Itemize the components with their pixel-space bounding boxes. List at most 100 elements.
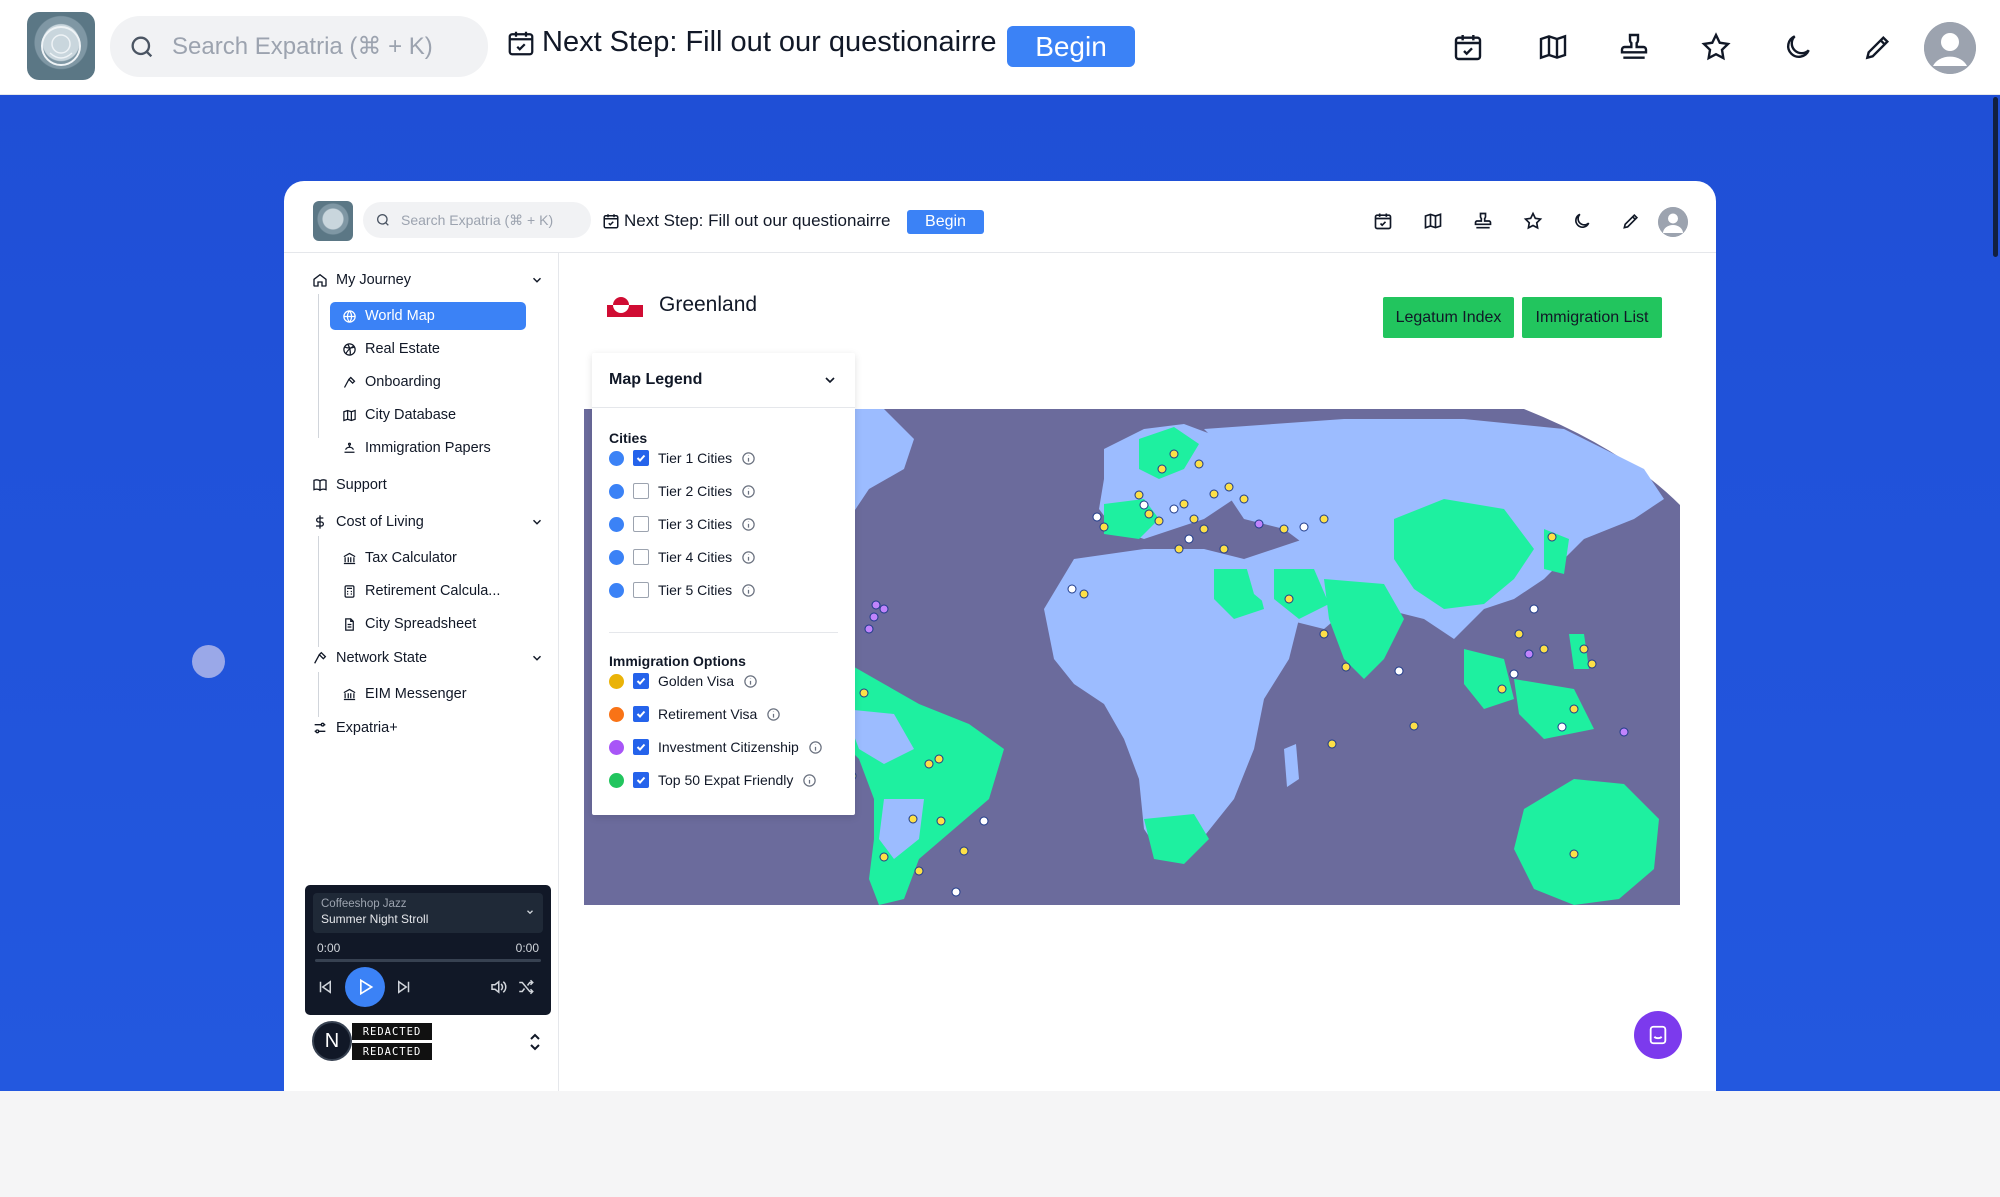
legend-item[interactable]: Investment Citizenship [609,738,823,756]
begin-button[interactable]: Begin [1007,26,1135,67]
city-marker[interactable] [1169,504,1179,514]
city-marker[interactable] [1547,532,1557,542]
city-marker[interactable] [1279,524,1289,534]
city-marker[interactable] [936,816,946,826]
legend-item[interactable]: Tier 2 Cities [609,482,756,500]
legend-item[interactable]: Tier 4 Cities [609,548,756,566]
legend-header[interactable]: Map Legend [592,353,855,408]
city-marker[interactable] [1254,519,1264,529]
city-marker[interactable] [1139,500,1149,510]
chevron-down-icon[interactable] [822,372,838,388]
city-marker[interactable] [879,604,889,614]
star-icon[interactable] [1698,29,1734,65]
info-icon[interactable] [741,550,756,565]
city-marker[interactable] [1179,499,1189,509]
city-marker[interactable] [1529,604,1539,614]
moon-icon[interactable] [1780,29,1816,65]
city-marker[interactable] [1067,584,1077,594]
legend-checkbox[interactable] [633,772,649,788]
city-marker[interactable] [1169,449,1179,459]
legend-checkbox[interactable] [633,673,649,689]
info-icon[interactable] [808,740,823,755]
city-marker[interactable] [1557,722,1567,732]
calendar-check-icon[interactable] [1450,29,1486,65]
city-marker[interactable] [871,600,881,610]
city-marker[interactable] [1209,489,1219,499]
legend-checkbox[interactable] [633,582,649,598]
expatria-logo-icon[interactable] [27,12,95,80]
city-marker[interactable] [1524,649,1534,659]
page-scrollbar[interactable] [1988,95,2000,1091]
pencil-icon[interactable] [1860,29,1896,65]
city-marker[interactable] [1194,459,1204,469]
city-marker[interactable] [1587,659,1597,669]
city-marker[interactable] [1509,669,1519,679]
chat-support-button[interactable] [1634,1011,1682,1059]
city-marker[interactable] [1319,514,1329,524]
search-bar[interactable] [110,16,488,77]
city-marker[interactable] [1341,662,1351,672]
city-marker[interactable] [1157,464,1167,474]
city-marker[interactable] [1514,629,1524,639]
legend-checkbox[interactable] [633,483,649,499]
city-marker[interactable] [934,754,944,764]
legend-item[interactable]: Tier 5 Cities [609,581,756,599]
city-marker[interactable] [924,759,934,769]
legatum-index-button[interactable]: Legatum Index [1383,297,1514,338]
city-marker[interactable] [1184,534,1194,544]
city-marker[interactable] [1284,594,1294,604]
city-marker[interactable] [1154,516,1164,526]
city-marker[interactable] [879,852,889,862]
info-icon[interactable] [741,484,756,499]
stamp-icon[interactable] [1616,29,1652,65]
city-marker[interactable] [1134,490,1144,500]
info-icon[interactable] [741,583,756,598]
info-icon[interactable] [802,773,817,788]
city-marker[interactable] [914,866,924,876]
city-marker[interactable] [1569,704,1579,714]
city-marker[interactable] [1174,544,1184,554]
legend-item[interactable]: Golden Visa [609,672,758,690]
city-marker[interactable] [1189,514,1199,524]
city-marker[interactable] [1099,522,1109,532]
city-marker[interactable] [1092,512,1102,522]
legend-checkbox[interactable] [633,706,649,722]
city-marker[interactable] [869,612,879,622]
city-marker[interactable] [1219,544,1229,554]
city-marker[interactable] [1497,684,1507,694]
city-marker[interactable] [1409,721,1419,731]
search-input[interactable] [172,32,462,61]
legend-item[interactable]: Retirement Visa [609,705,781,723]
immigration-list-button[interactable]: Immigration List [1522,297,1662,338]
info-icon[interactable] [766,707,781,722]
city-marker[interactable] [908,814,918,824]
city-marker[interactable] [864,624,874,634]
info-icon[interactable] [743,674,758,689]
map-icon[interactable] [1535,29,1571,65]
info-icon[interactable] [741,451,756,466]
city-marker[interactable] [1619,727,1629,737]
info-icon[interactable] [741,517,756,532]
legend-checkbox[interactable] [633,549,649,565]
city-marker[interactable] [959,846,969,856]
city-marker[interactable] [1579,644,1589,654]
city-marker[interactable] [1394,666,1404,676]
legend-item[interactable]: Tier 3 Cities [609,515,756,533]
city-marker[interactable] [1224,482,1234,492]
city-marker[interactable] [1144,509,1154,519]
city-marker[interactable] [1327,739,1337,749]
city-marker[interactable] [1539,644,1549,654]
city-marker[interactable] [951,887,961,897]
city-marker[interactable] [859,688,869,698]
legend-item[interactable]: Tier 1 Cities [609,449,756,467]
city-marker[interactable] [1569,849,1579,859]
city-marker[interactable] [1319,629,1329,639]
legend-checkbox[interactable] [633,516,649,532]
city-marker[interactable] [1199,524,1209,534]
legend-item[interactable]: Top 50 Expat Friendly [609,771,817,789]
legend-checkbox[interactable] [633,450,649,466]
city-marker[interactable] [1239,494,1249,504]
city-marker[interactable] [979,816,989,826]
legend-checkbox[interactable] [633,739,649,755]
city-marker[interactable] [1299,522,1309,532]
